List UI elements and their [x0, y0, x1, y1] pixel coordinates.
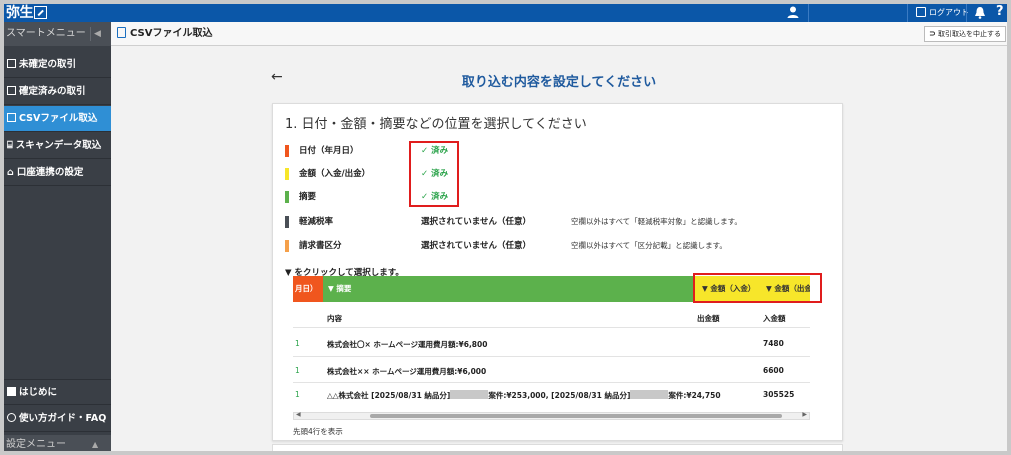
sidebar-item-account-link[interactable]: ⌂ 口座連携の設定	[4, 160, 111, 186]
next-step-card	[272, 444, 843, 451]
preview-row-count: 先頭4行を表示	[293, 427, 343, 436]
row-number: 1	[295, 339, 300, 348]
logo-text: 弥生	[6, 5, 34, 21]
smart-menu-label: スマートメニュー	[6, 28, 86, 39]
settings-menu[interactable]: 設定メニュー ▲	[4, 435, 111, 451]
yayoi-logo[interactable]: 弥生	[6, 5, 47, 21]
row-amount-in: 6600	[763, 366, 784, 375]
question-icon	[7, 413, 16, 422]
redacted-block	[630, 390, 669, 399]
stop-import-button[interactable]: ⊃ 取引取込を中止する	[924, 26, 1006, 42]
row-content: △△株式会社 [2025/08/31 納品分] 案件:¥253,000, [202…	[327, 390, 721, 401]
sidebar-item-csv-import[interactable]: CSVファイル取込	[4, 106, 111, 132]
sidebar-item-label: はじめに	[19, 387, 58, 398]
row-number: 1	[295, 390, 300, 399]
stop-import-label: 取引取込を中止する	[938, 30, 1001, 38]
field-label: 摘要	[299, 192, 317, 202]
help-button[interactable]: ?	[996, 4, 1004, 19]
row-number: 1	[295, 366, 300, 375]
page-title: 取り込む内容を設定してください	[461, 75, 657, 90]
sidebar-item-label: CSVファイル取込	[19, 113, 98, 124]
column-label-out: 出金額	[697, 314, 720, 323]
column-label-in: 入金額	[763, 314, 786, 323]
field-status: 選択されていません（任意）	[421, 217, 531, 227]
sidebar-item-guide-faq[interactable]: 使い方ガイド・FAQ	[4, 406, 111, 432]
row-divider	[293, 382, 810, 383]
row-amount-in: 305525	[763, 390, 795, 399]
tab-csv-import[interactable]: CSVファイル取込	[117, 22, 212, 46]
book-icon	[7, 387, 16, 396]
invoice-type-color-marker	[285, 240, 289, 252]
user-icon[interactable]	[786, 5, 800, 19]
logo-mark-icon	[34, 6, 47, 19]
list-icon	[7, 59, 16, 68]
sidebar-item-unconfirmed[interactable]: 未確定の取引	[4, 52, 111, 78]
sidebar-item-label: 使い方ガイド・FAQ	[19, 413, 107, 424]
row-divider	[293, 327, 810, 328]
row-content: 株式会社×× ホームページ運用費月額:¥6,000	[327, 367, 487, 376]
scroll-right-icon[interactable]: ▶	[802, 411, 807, 418]
divider	[907, 4, 908, 22]
horizontal-scrollbar[interactable]: ◀ ▶	[293, 411, 810, 420]
logout-icon	[916, 7, 926, 17]
amount-color-marker	[285, 168, 289, 180]
logout-label: ログアウト	[929, 8, 969, 17]
row-content-part: △△株式会社 [2025/08/31 納品分]	[327, 391, 451, 400]
sidebar-item-getting-started[interactable]: はじめに	[4, 379, 111, 405]
step-title: 1. 日付・金額・摘要などの位置を選択してください	[285, 117, 587, 132]
sidebar-item-label: 確定済みの取引	[19, 86, 86, 97]
date-color-marker	[285, 145, 289, 157]
column-header-summary[interactable]: ▼ 摘要	[323, 276, 694, 302]
tab-title: CSVファイル取込	[130, 28, 213, 39]
settings-menu-label: 設定メニュー	[6, 439, 66, 450]
field-note: 空欄以外はすべて「区分記載」と認識します。	[571, 241, 727, 250]
highlight-box-status	[409, 141, 459, 207]
bank-icon: ⌂	[7, 167, 14, 178]
row-content: 株式会社〇× ホームページ運用費月額:¥6,800	[327, 340, 488, 349]
field-status: 選択されていません（任意）	[421, 241, 531, 251]
main-content: ← 取り込む内容を設定してください 1. 日付・金額・摘要などの位置を選択してく…	[111, 47, 1007, 451]
collapse-sidebar-button[interactable]: ◀	[90, 27, 104, 41]
step-card: 1. 日付・金額・摘要などの位置を選択してください 日付（年月日） ✓ 済み 金…	[272, 103, 843, 441]
scanner-icon: ⌸	[7, 140, 13, 151]
sidebar-item-label: 口座連携の設定	[16, 167, 84, 178]
summary-color-marker	[285, 191, 289, 203]
column-label-content: 内容	[327, 314, 342, 323]
highlight-box-amount-headers	[693, 273, 822, 303]
divider	[966, 4, 967, 22]
check-list-icon	[7, 86, 16, 95]
document-icon	[7, 113, 16, 122]
top-bar: 弥生 ログアウト ?	[4, 4, 1007, 22]
field-note: 空欄以外はすべて「軽減税率対象」と認識します。	[571, 217, 742, 226]
chevron-up-icon: ▲	[92, 440, 99, 449]
field-label: 請求書区分	[299, 241, 342, 251]
sidebar-item-label: 未確定の取引	[19, 59, 77, 70]
row-amount-in: 7480	[763, 339, 784, 348]
field-label: 軽減税率	[299, 217, 334, 227]
divider	[808, 4, 809, 22]
bell-icon[interactable]	[974, 6, 986, 19]
row-content-part: 案件:¥253,000, [2025/08/31 納品分]	[488, 391, 631, 400]
field-label: 金額（入金/出金）	[299, 169, 371, 179]
sidebar-item-confirmed[interactable]: 確定済みの取引	[4, 79, 111, 105]
reduced-tax-color-marker	[285, 216, 289, 228]
scroll-left-icon[interactable]: ◀	[296, 411, 301, 418]
row-divider	[293, 356, 810, 357]
sidebar: 未確定の取引 確定済みの取引 CSVファイル取込 ⌸ スキャンデータ取込 ⌂ 口座連…	[4, 46, 111, 451]
redacted-block	[450, 390, 489, 399]
arrow-right-icon: ⊃	[929, 29, 936, 38]
field-label: 日付（年月日）	[299, 146, 359, 156]
scrollbar-thumb[interactable]	[370, 414, 782, 418]
sidebar-item-label: スキャンデータ取込	[15, 140, 102, 151]
column-header-date[interactable]: 月日）	[293, 276, 323, 302]
smart-menu-header: スマートメニュー ◀	[4, 22, 111, 46]
sidebar-item-scan-import[interactable]: ⌸ スキャンデータ取込	[4, 133, 111, 159]
logout-button[interactable]: ログアウト	[916, 6, 969, 20]
document-icon	[117, 27, 126, 38]
row-content-part: 案件:¥24,750	[668, 391, 721, 400]
app-frame: 弥生 ログアウト ? スマートメニュー ◀ CSVファイル取込 ⊃ 取引取込を中…	[0, 0, 1011, 455]
sub-bar: スマートメニュー ◀ CSVファイル取込 ⊃ 取引取込を中止する	[4, 22, 1007, 46]
